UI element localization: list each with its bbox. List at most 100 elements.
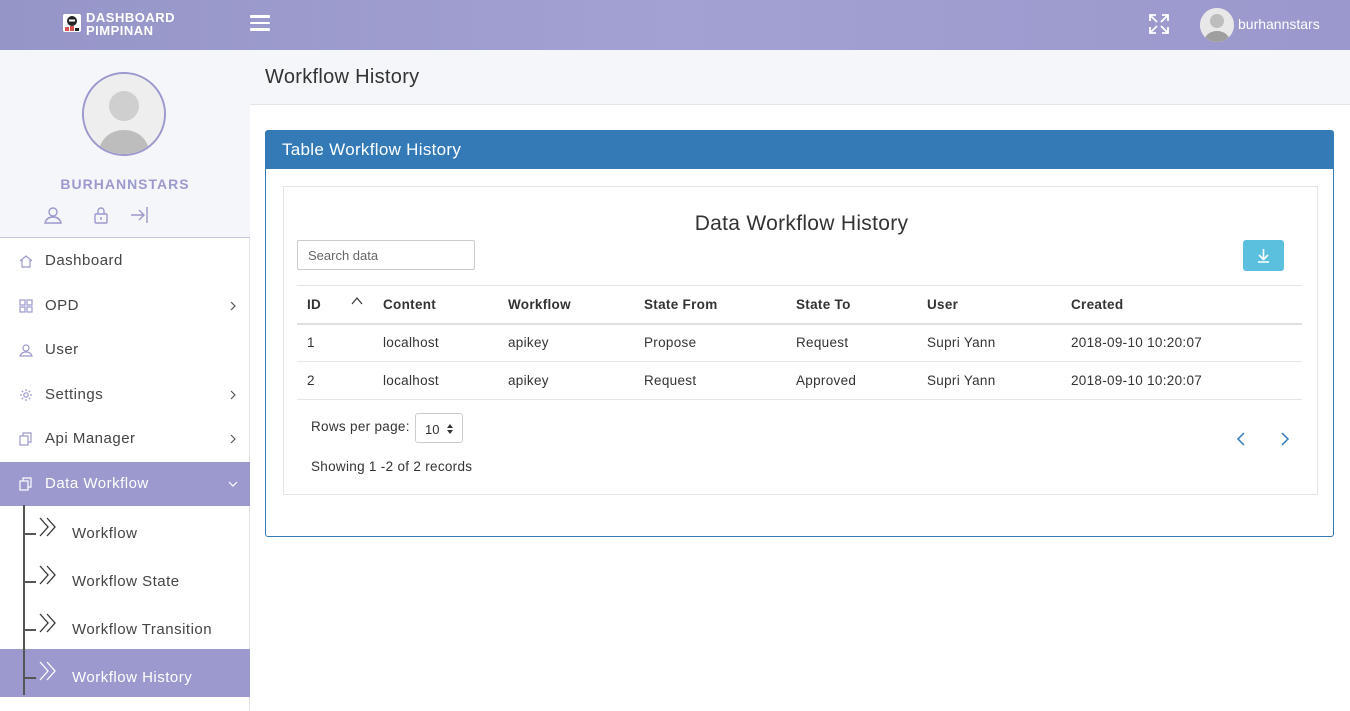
submenu-data-workflow: Workflow Workflow State Workflow Transit… (0, 505, 250, 697)
avatar-icon (84, 74, 164, 154)
sidebar-item-user[interactable]: User (0, 328, 250, 373)
brand-line2: PIMPINAN (86, 23, 154, 38)
rows-per-page-select[interactable]: 10 (415, 413, 463, 443)
sidebar-menu: Dashboard OPD User Settings Api Manager … (0, 239, 250, 506)
submenu-item-label: Workflow (72, 525, 138, 542)
sidebar-item-label: Settings (45, 385, 104, 403)
data-table: ID Content Workflow State From State To … (297, 285, 1302, 400)
column-header-id[interactable]: ID (297, 285, 373, 325)
table-row: 2 localhost apikey Request Approved Supr… (297, 361, 1302, 400)
sidebar-item-dashboard[interactable]: Dashboard (0, 239, 250, 284)
sidebar-item-data-workflow[interactable]: Data Workflow (0, 461, 250, 506)
logo-icon (63, 14, 81, 32)
sidebar-item-label: Dashboard (45, 252, 123, 269)
column-header-state-from[interactable]: State From (634, 285, 786, 325)
sidebar-item-api-manager[interactable]: Api Manager (0, 417, 250, 462)
rows-per-page-label: Rows per page: (311, 419, 410, 434)
tree-branch (24, 677, 36, 679)
submenu-item-workflow[interactable]: Workflow (0, 505, 250, 553)
column-header-label: ID (307, 296, 322, 312)
records-summary: Showing 1 -2 of 2 records (311, 459, 473, 474)
hamburger-bar (250, 28, 270, 31)
avatar-icon (1200, 8, 1234, 42)
menu-toggle-button[interactable] (250, 15, 270, 33)
double-chevron-icon (39, 661, 56, 681)
previous-page-icon[interactable] (1234, 431, 1250, 447)
column-header-state-to[interactable]: State To (786, 285, 917, 325)
tree-branch (24, 629, 36, 631)
rows-per-page-value: 10 (425, 422, 440, 437)
table-row: 1 localhost apikey Propose Request Supri… (297, 323, 1302, 362)
brand-logo[interactable]: DASHBOARD PIMPINAN (62, 11, 192, 39)
card-title: Table Workflow History (282, 140, 462, 159)
chevron-down-icon (228, 481, 238, 487)
submenu-item-label: Workflow History (72, 669, 193, 686)
sidebar-item-label: User (45, 341, 79, 358)
top-username[interactable]: burhannstars (1238, 16, 1320, 32)
cell-content: localhost (373, 361, 498, 400)
cell-workflow: apikey (498, 323, 634, 362)
cell-id: 2 (297, 361, 373, 400)
tree-branch (24, 581, 36, 583)
logout-icon[interactable] (129, 205, 149, 225)
column-header-created[interactable]: Created (1061, 285, 1302, 325)
tree-branch (24, 533, 36, 535)
profile-panel: BURHANNSTARS (0, 50, 250, 238)
card-header: Table Workflow History (266, 131, 1333, 169)
table-title: Data Workflow History (694, 212, 909, 235)
hamburger-icon (250, 15, 270, 18)
user-avatar[interactable] (1200, 8, 1234, 42)
submenu-item-workflow-history[interactable]: Workflow History (0, 649, 250, 697)
sidebar-item-opd[interactable]: OPD (0, 284, 250, 329)
chevron-right-icon (230, 301, 236, 310)
table-header-row: ID Content Workflow State From State To … (297, 285, 1302, 325)
search-input[interactable] (297, 240, 475, 270)
profile-avatar (82, 72, 166, 156)
submenu-item-label: Workflow Transition (72, 621, 213, 638)
copy-icon (19, 476, 32, 491)
cell-content: localhost (373, 323, 498, 362)
profile-user-icon[interactable] (43, 205, 63, 225)
cell-state-from: Request (634, 361, 786, 400)
profile-name: BURHANNSTARS (60, 176, 190, 192)
copy-icon (19, 432, 32, 446)
lock-icon[interactable] (91, 205, 111, 225)
chevron-right-icon (230, 390, 236, 399)
submenu-item-workflow-state[interactable]: Workflow State (0, 553, 250, 601)
cell-workflow: apikey (498, 361, 634, 400)
column-header-workflow[interactable]: Workflow (498, 285, 634, 325)
home-icon (19, 255, 33, 268)
select-arrows-icon (447, 424, 453, 434)
table-card: Table Workflow History Data Workflow His… (265, 130, 1334, 537)
cell-created: 2018-09-10 10:20:07 (1061, 361, 1302, 400)
user-icon (19, 344, 33, 357)
double-chevron-icon (39, 565, 56, 585)
cell-user: Supri Yann (917, 323, 1061, 362)
sidebar-item-label: OPD (45, 296, 80, 314)
cell-state-from: Propose (634, 323, 786, 362)
double-chevron-icon (39, 613, 56, 633)
submenu-item-label: Workflow State (72, 573, 180, 590)
cell-id: 1 (297, 323, 373, 362)
chevron-right-icon (230, 434, 236, 444)
column-header-content[interactable]: Content (373, 285, 498, 325)
cell-user: Supri Yann (917, 361, 1061, 400)
download-button[interactable] (1243, 240, 1284, 271)
sort-up-icon[interactable] (351, 296, 363, 305)
double-chevron-icon (39, 517, 56, 537)
sidebar: BURHANNSTARS Dashboard OPD User Settings… (0, 50, 250, 711)
sidebar-item-label: Data Workflow (45, 474, 149, 492)
gear-icon (20, 388, 32, 401)
column-header-user[interactable]: User (917, 285, 1061, 325)
cell-created: 2018-09-10 10:20:07 (1061, 323, 1302, 362)
fullscreen-icon[interactable] (1148, 13, 1170, 35)
page-title: Workflow History (265, 66, 420, 88)
sidebar-item-label: Api Manager (45, 430, 136, 447)
cell-state-to: Request (786, 323, 917, 362)
sidebar-item-settings[interactable]: Settings (0, 373, 250, 418)
cell-state-to: Approved (786, 361, 917, 400)
content-header: Workflow History (250, 50, 1350, 105)
submenu-item-workflow-transition[interactable]: Workflow Transition (0, 601, 250, 649)
next-page-icon[interactable] (1276, 431, 1292, 447)
hamburger-bar (250, 21, 270, 24)
